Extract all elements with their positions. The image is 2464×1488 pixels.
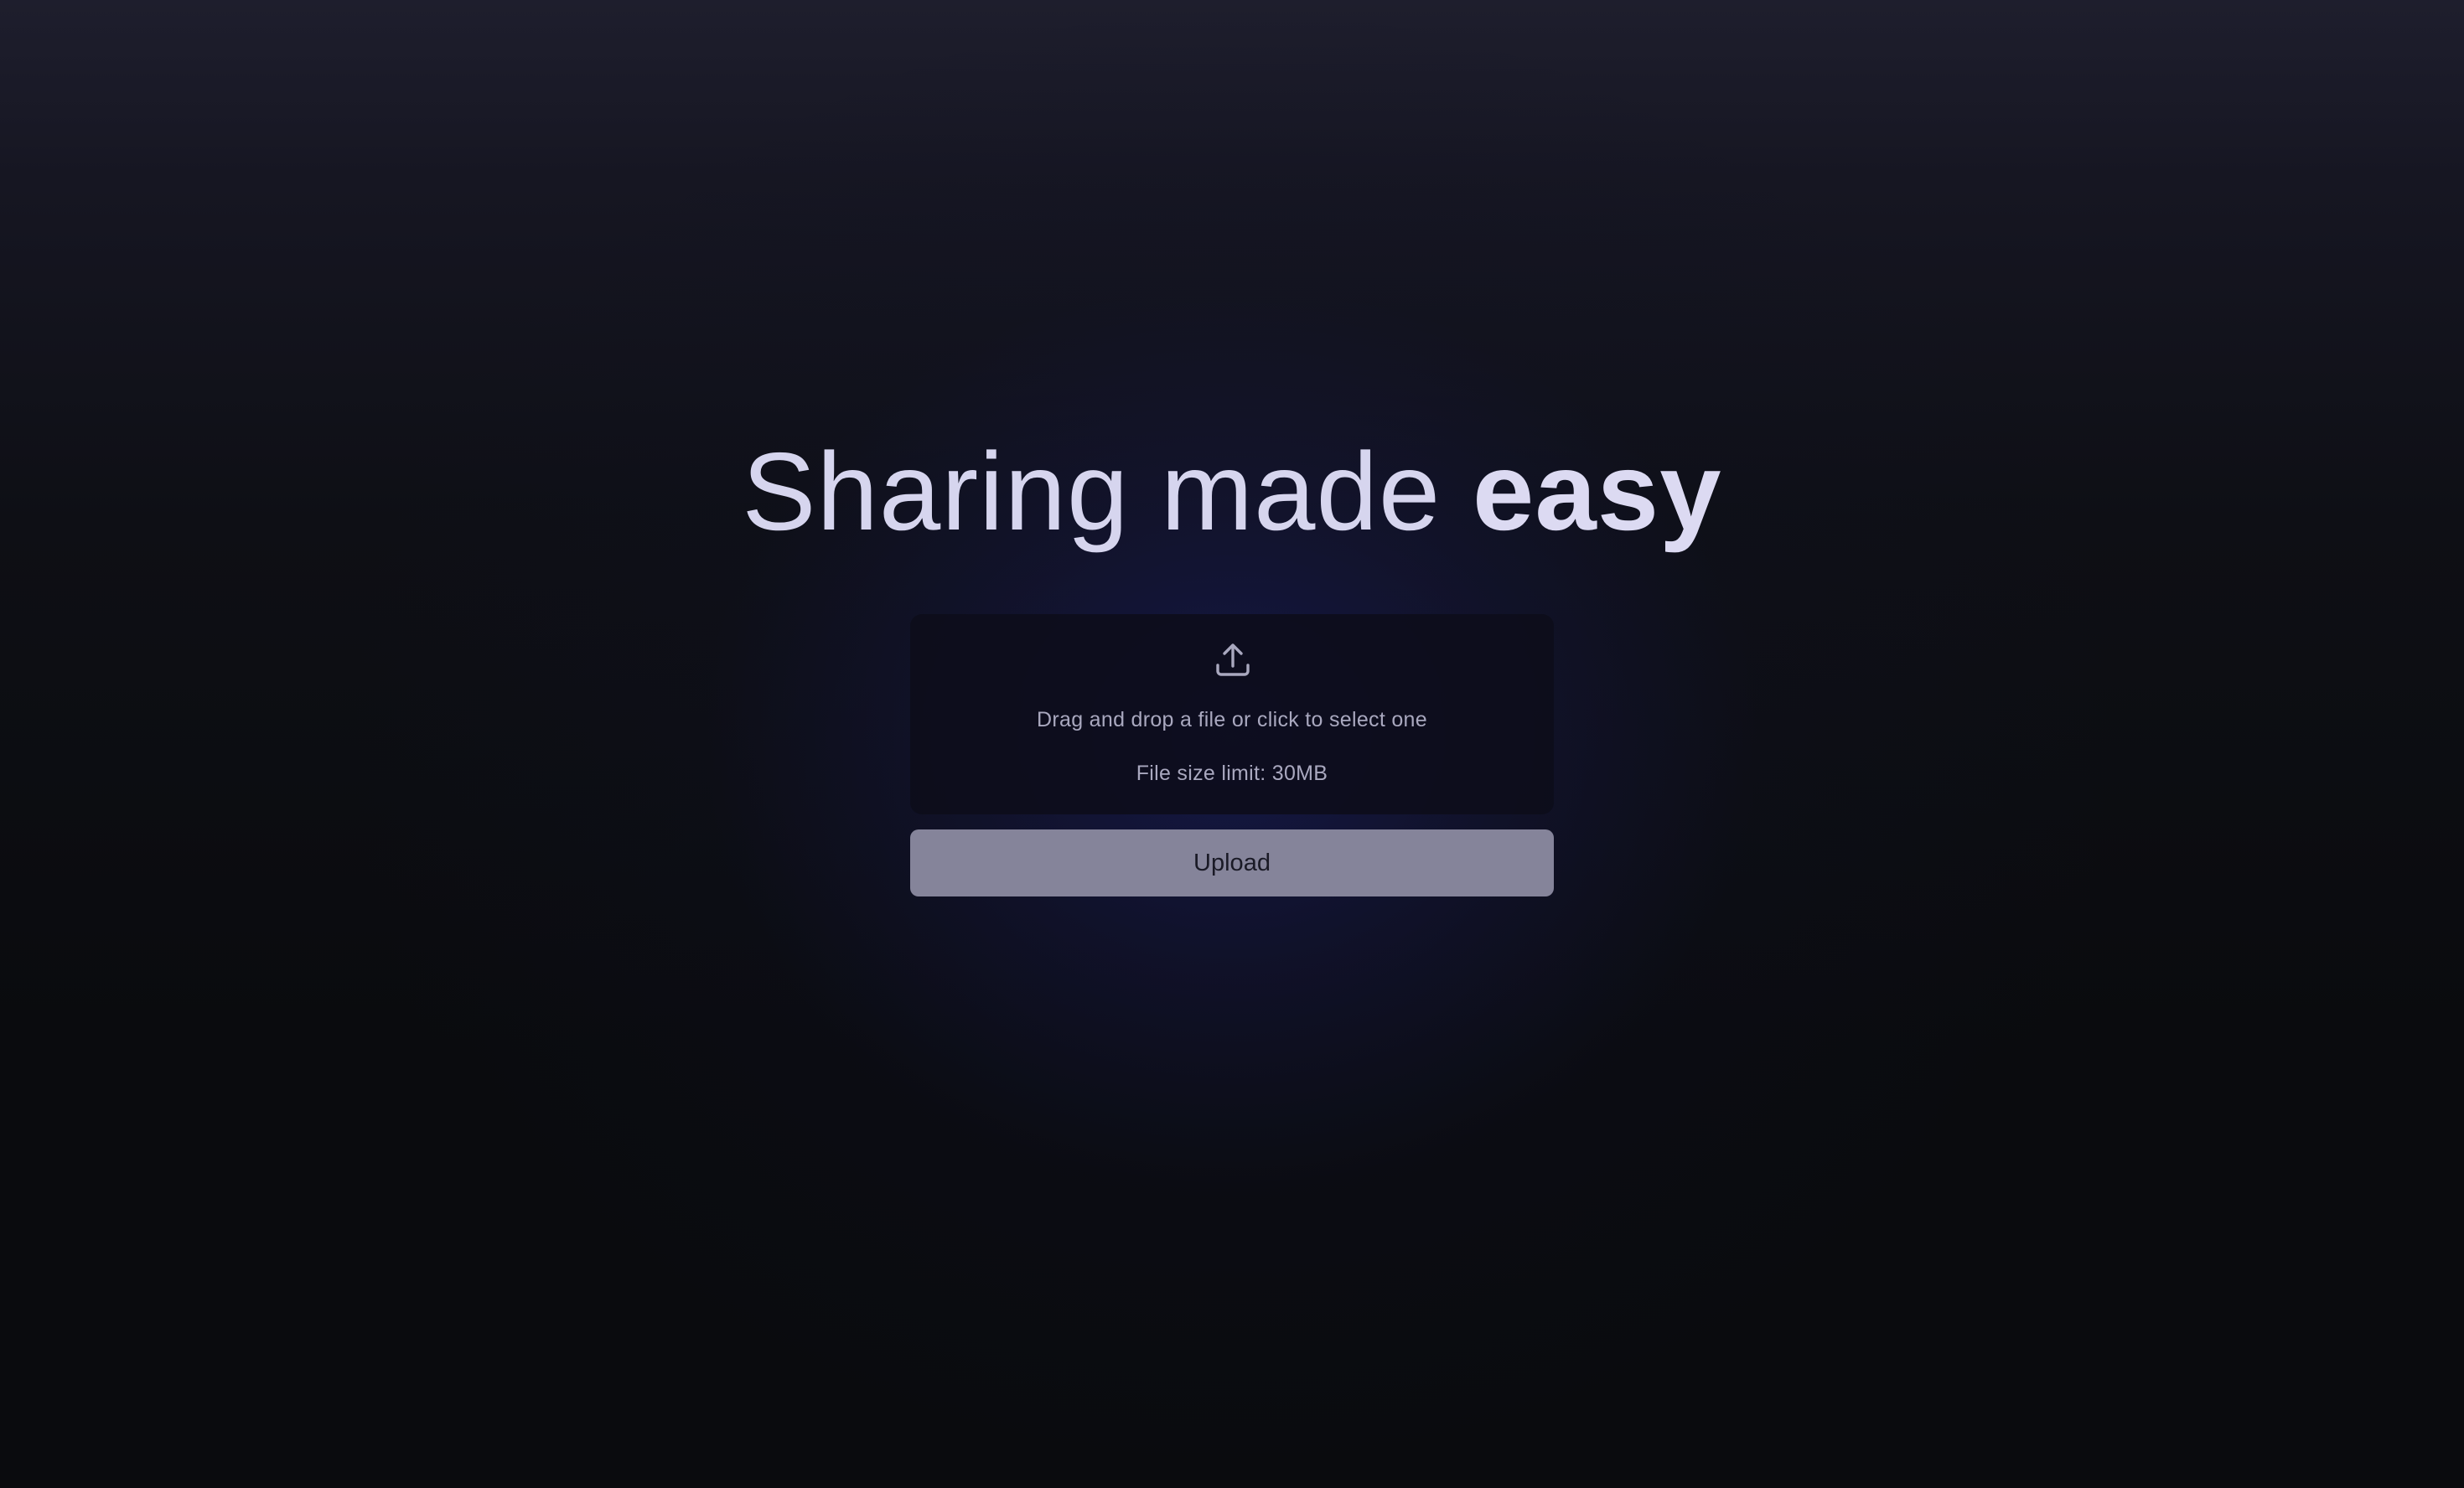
upload-button[interactable]: Upload — [910, 829, 1554, 896]
file-dropzone[interactable]: Drag and drop a file or click to select … — [910, 614, 1554, 814]
dropzone-hint: Drag and drop a file or click to select … — [1037, 708, 1427, 731]
hero-title-regular: Sharing made — [742, 430, 1473, 553]
page: Sharing made easy Drag and drop a file o… — [0, 0, 2464, 1488]
hero-title: Sharing made easy — [0, 429, 2464, 555]
file-size-limit: File size limit: 30MB — [1136, 762, 1328, 785]
hero-title-bold: easy — [1472, 430, 1722, 553]
upload-icon — [1216, 643, 1250, 676]
